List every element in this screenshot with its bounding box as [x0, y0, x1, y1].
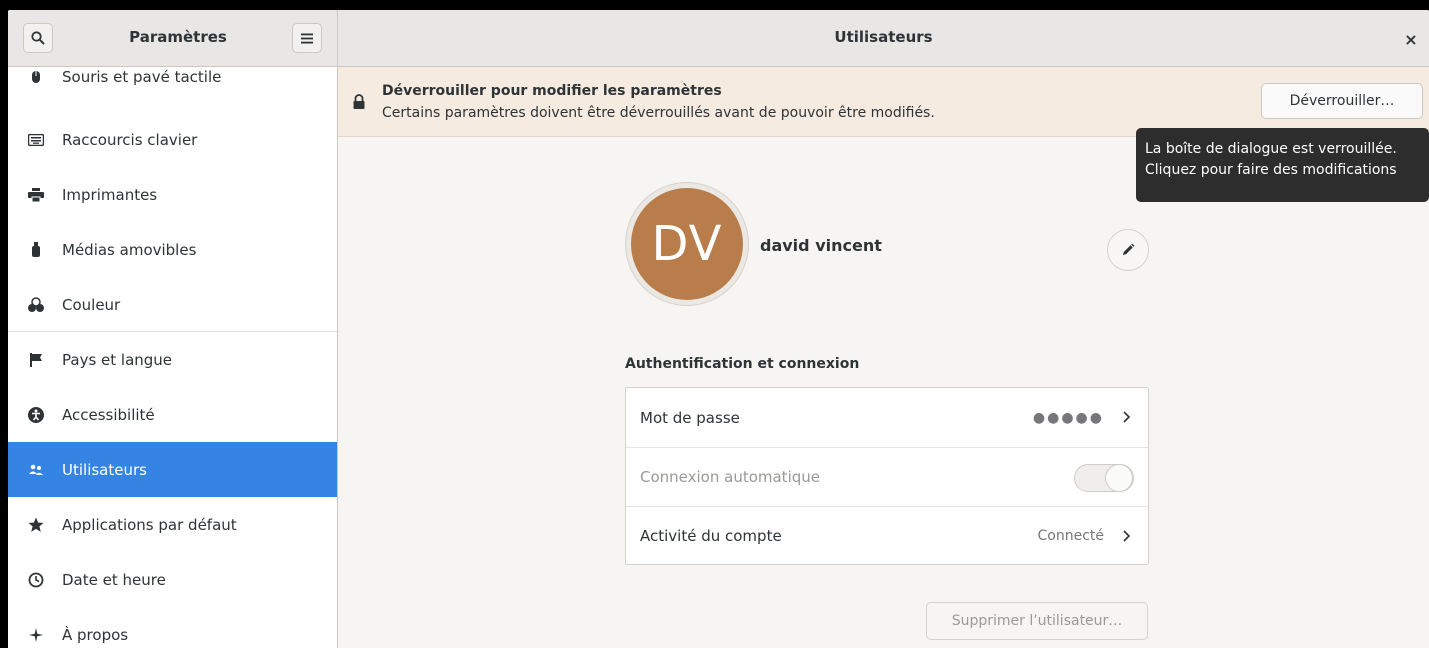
sidebar-item-keyboard[interactable]: Raccourcis clavier	[8, 112, 337, 167]
sidebar-item-mouse[interactable]: Souris et pavé tactile	[8, 67, 337, 104]
password-label: Mot de passe	[640, 408, 740, 427]
sidebar-item-region-language[interactable]: Pays et langue	[8, 332, 337, 387]
printer-icon	[26, 185, 46, 205]
chevron-right-icon	[1123, 530, 1131, 542]
sidebar-item-date-time[interactable]: Date et heure	[8, 552, 337, 607]
star-icon	[26, 515, 46, 535]
hamburger-menu-icon	[301, 33, 313, 43]
main-menu-button[interactable]	[292, 23, 322, 53]
page-title: Utilisateurs	[834, 28, 933, 46]
lock-icon	[353, 94, 365, 109]
sidebar-item-label: Accessibilité	[62, 405, 155, 424]
flag-icon	[26, 350, 46, 370]
clock-icon	[26, 570, 46, 590]
search-button[interactable]	[23, 23, 53, 53]
unlock-infobar: Déverrouiller pour modifier les paramètr…	[338, 67, 1429, 137]
autologin-row: Connexion automatique	[626, 447, 1148, 506]
avatar: DV	[631, 188, 743, 300]
infobar-subtitle: Certains paramètres doivent être déverro…	[382, 105, 935, 121]
delete-user-button[interactable]: Supprimer l’utilisateur…	[926, 602, 1148, 640]
removable-media-icon	[26, 240, 46, 260]
sidebar-item-accessibility[interactable]: Accessibilité	[8, 387, 337, 442]
sidebar-item-color[interactable]: Couleur	[8, 277, 337, 332]
sidebar-item-printers[interactable]: Imprimantes	[8, 167, 337, 222]
activity-label: Activité du compte	[640, 527, 782, 545]
password-value: ●●●●●	[1032, 409, 1104, 426]
account-activity-row[interactable]: Activité du compte Connecté	[626, 506, 1148, 565]
sidebar: Souris et pavé tactile Raccourcis clavie…	[8, 67, 338, 648]
sidebar-item-label: Utilisateurs	[62, 460, 147, 479]
keyboard-icon	[26, 130, 46, 150]
settings-window: Paramètres Utilisateurs × Souris et pavé…	[8, 10, 1429, 648]
section-title: Authentification et connexion	[625, 356, 860, 372]
tooltip-line: La boîte de dialogue est verrouillée.	[1145, 141, 1397, 157]
autologin-switch[interactable]	[1074, 464, 1134, 492]
sidebar-item-label: Couleur	[62, 295, 121, 314]
close-button[interactable]: ×	[1398, 26, 1424, 52]
tooltip-line: Cliquez pour faire des modifications	[1145, 162, 1397, 178]
accessibility-icon	[26, 405, 46, 425]
sidebar-item-about[interactable]: À propos	[8, 607, 337, 648]
mouse-icon	[26, 67, 46, 87]
tooltip: La boîte de dialogue est verrouillée. Cl…	[1136, 128, 1429, 202]
chevron-right-icon	[1123, 411, 1131, 423]
sidebar-item-removable-media[interactable]: Médias amovibles	[8, 222, 337, 277]
sidebar-item-label: Pays et langue	[62, 350, 173, 369]
sidebar-item-label: Applications par défaut	[62, 515, 237, 534]
sidebar-item-default-apps[interactable]: Applications par défaut	[8, 497, 337, 552]
user-name: david vincent	[760, 236, 882, 255]
password-row[interactable]: Mot de passe ●●●●●	[626, 388, 1148, 447]
sidebar-item-label: Médias amovibles	[62, 240, 197, 259]
search-icon	[31, 31, 45, 45]
headerbar: Paramètres Utilisateurs ×	[8, 10, 1429, 67]
edit-name-button[interactable]	[1107, 229, 1149, 271]
sidebar-item-label: Souris et pavé tactile	[62, 67, 222, 86]
color-icon	[26, 295, 46, 315]
activity-value: Connecté	[1037, 528, 1105, 544]
auth-list: Mot de passe ●●●●● Connexion automatique…	[625, 387, 1149, 565]
unlock-button[interactable]: Déverrouiller…	[1261, 83, 1423, 119]
sidebar-title: Paramètres	[129, 28, 227, 46]
sidebar-item-label: Raccourcis clavier	[62, 130, 198, 149]
close-icon: ×	[1404, 29, 1418, 49]
switch-knob	[1105, 464, 1133, 492]
sparkle-icon	[26, 625, 46, 645]
sidebar-item-users[interactable]: Utilisateurs	[8, 442, 337, 497]
autologin-label: Connexion automatique	[640, 468, 820, 486]
sidebar-item-label: Date et heure	[62, 570, 166, 589]
sidebar-header: Paramètres	[8, 10, 338, 67]
avatar-initials: DV	[651, 216, 723, 272]
infobar-title: Déverrouiller pour modifier les paramètr…	[382, 83, 722, 99]
sidebar-item-label: Imprimantes	[62, 185, 158, 204]
users-icon	[26, 460, 46, 480]
pencil-icon	[1123, 243, 1135, 255]
sidebar-item-label: À propos	[62, 625, 129, 644]
